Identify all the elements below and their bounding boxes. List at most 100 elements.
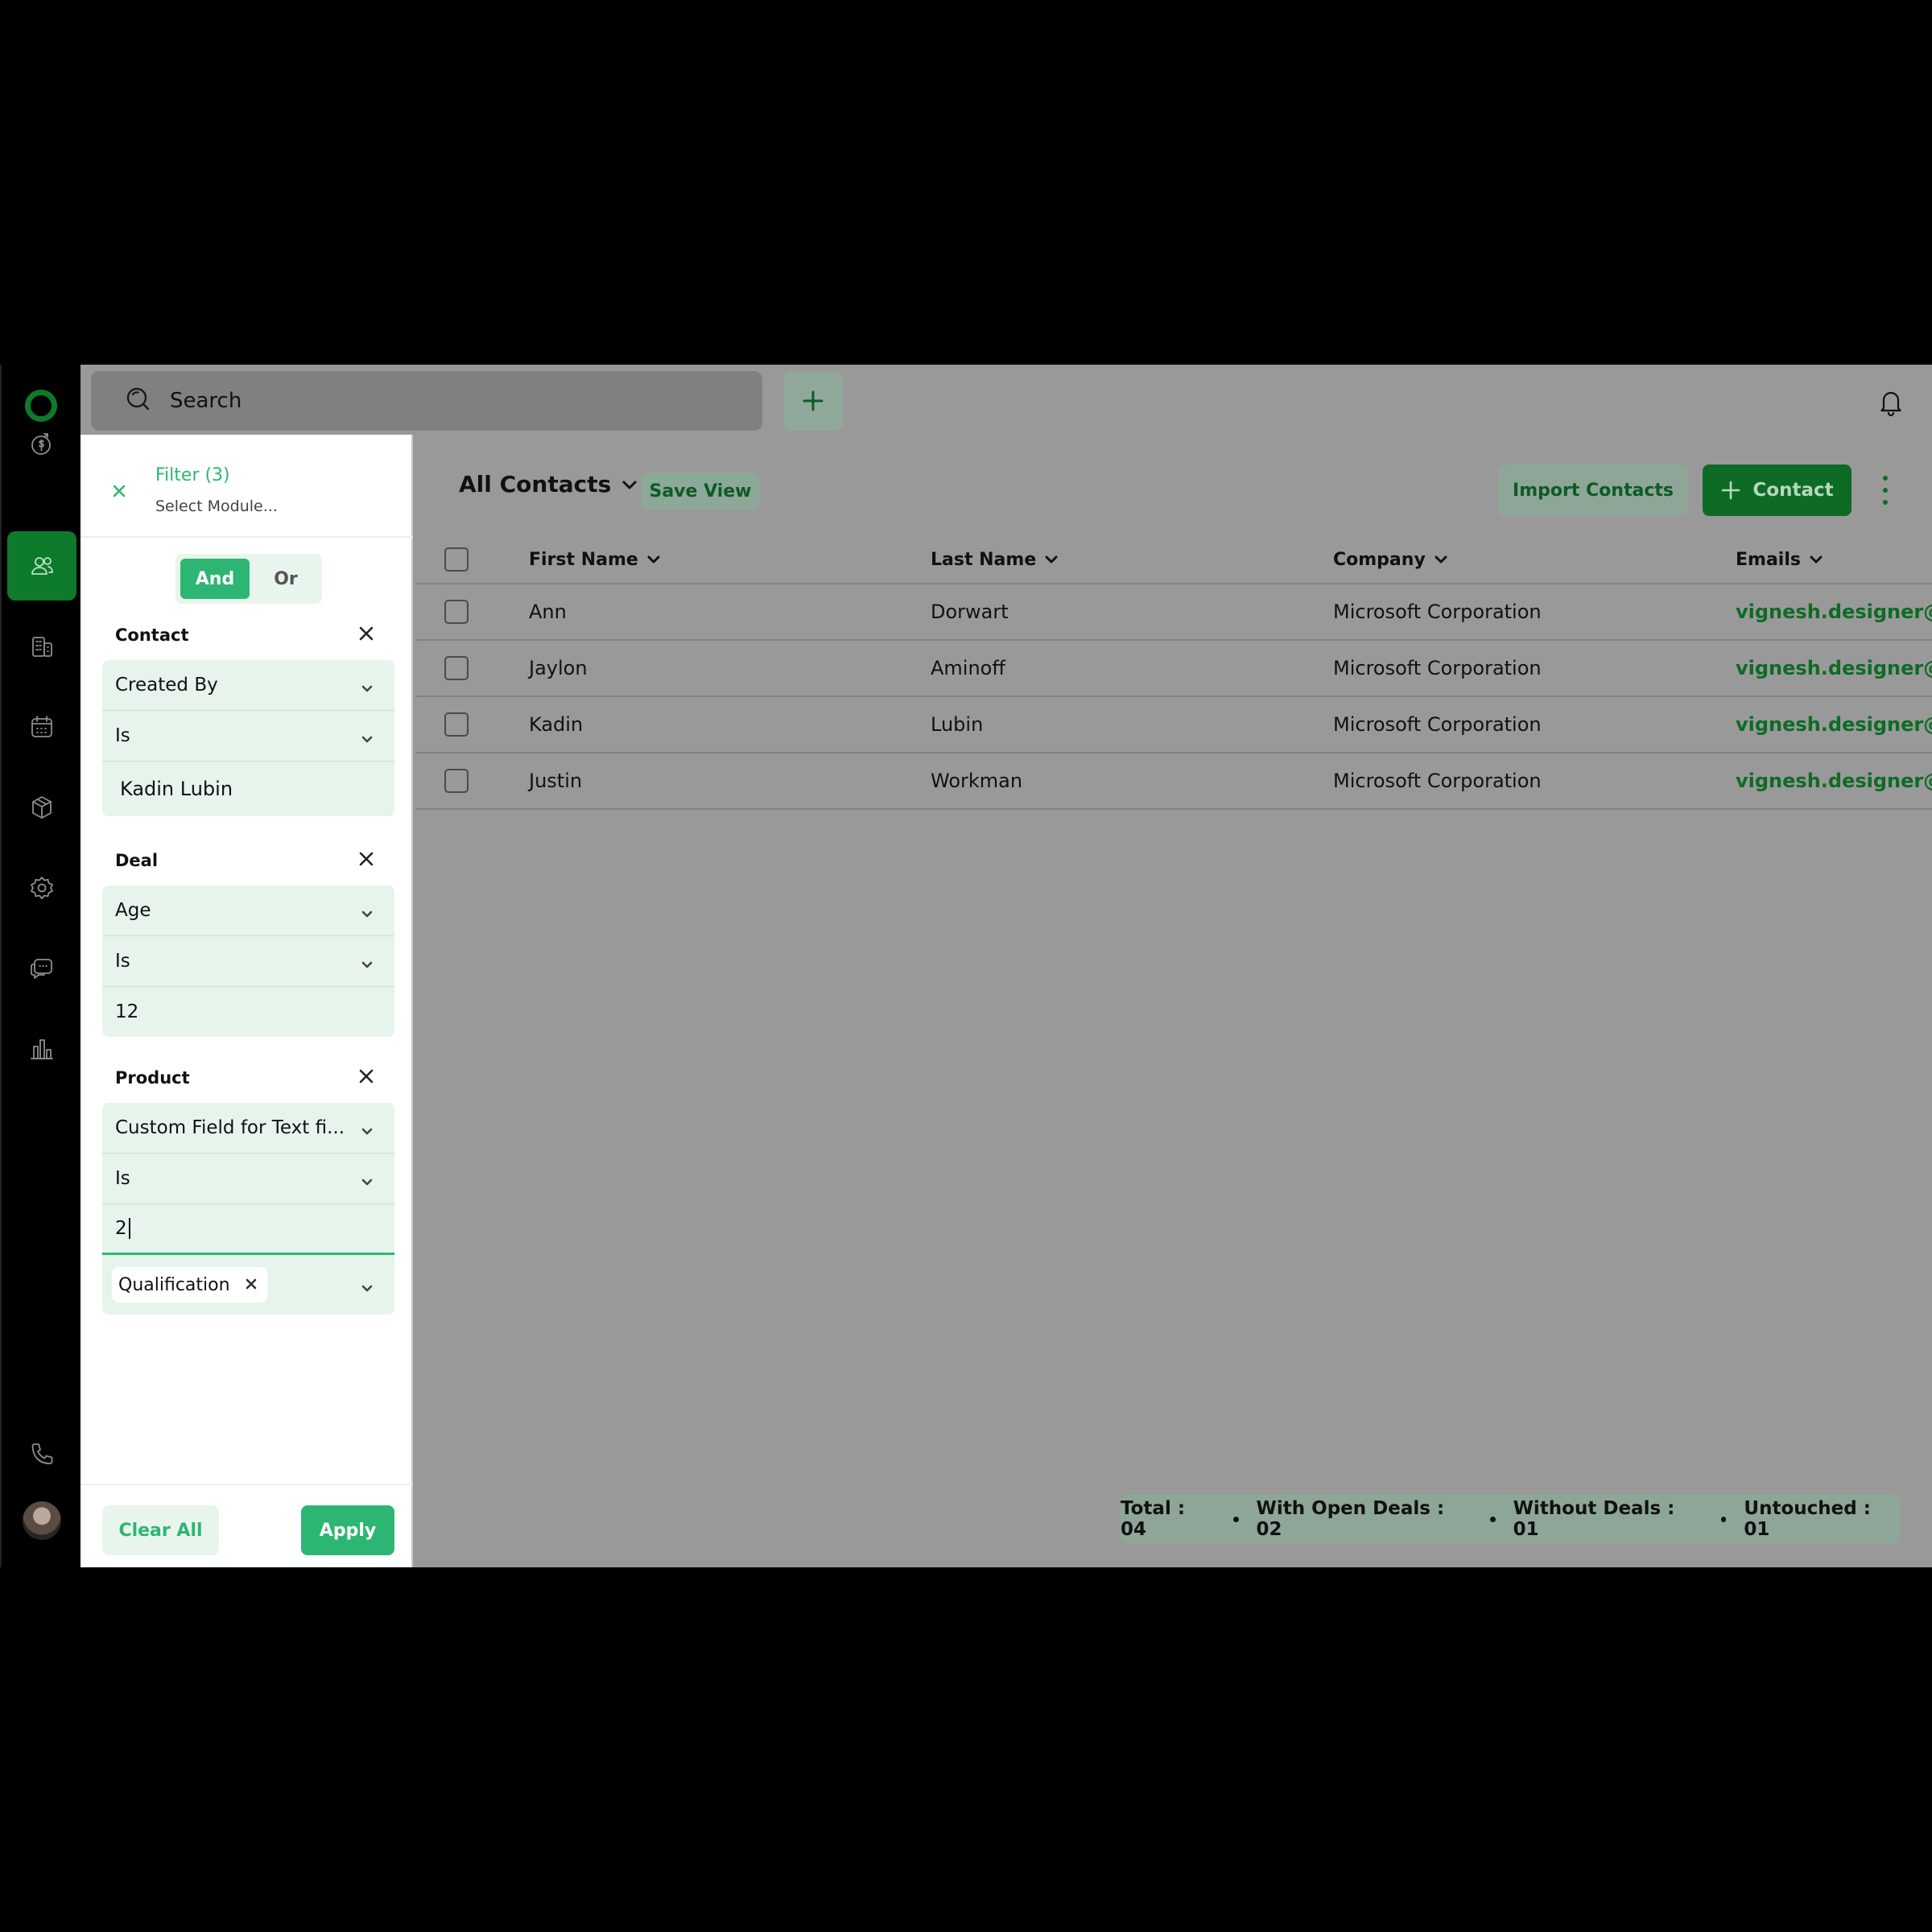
- close-icon: [359, 852, 374, 866]
- close-icon: [359, 626, 374, 641]
- company-cell: Microsoft Corporation: [1333, 657, 1542, 679]
- search-icon: [123, 383, 154, 419]
- separator-dot: [1489, 1516, 1496, 1522]
- icon-sidebar: [0, 365, 80, 1567]
- divider: [80, 536, 413, 538]
- companies-icon[interactable]: [7, 612, 76, 681]
- or-option[interactable]: Or: [254, 559, 317, 599]
- and-option[interactable]: And: [180, 559, 250, 599]
- filter-title: Filter (3): [155, 465, 230, 485]
- chevron-down-icon: [361, 1121, 374, 1135]
- row-checkbox[interactable]: [444, 656, 469, 680]
- email-link[interactable]: vignesh.designer@mo: [1736, 753, 1932, 808]
- row-checkbox[interactable]: [444, 712, 469, 737]
- chevron-down-icon: [647, 555, 660, 564]
- save-view-button[interactable]: Save View: [642, 473, 759, 510]
- chat-icon[interactable]: [7, 934, 76, 1003]
- filter-condition-deal: Age Is 12: [102, 886, 394, 1037]
- close-filter-button[interactable]: [109, 481, 132, 504]
- notification-bell-icon[interactable]: [1876, 386, 1906, 417]
- quick-add-button[interactable]: [783, 371, 843, 431]
- apply-button[interactable]: Apply: [301, 1505, 394, 1555]
- field-select[interactable]: Custom Field for Text fi...: [102, 1103, 394, 1154]
- reports-icon[interactable]: [7, 1014, 76, 1084]
- email-link[interactable]: vignesh.designer@mo: [1736, 697, 1932, 752]
- remove-tag-icon[interactable]: [245, 1275, 258, 1295]
- selected-tag: Qualification: [112, 1267, 267, 1302]
- remove-section-button[interactable]: [357, 625, 378, 646]
- chevron-down-icon: [361, 1172, 374, 1186]
- contacts-icon[interactable]: [7, 531, 76, 601]
- row-checkbox[interactable]: [444, 769, 469, 793]
- column-header-company[interactable]: Company: [1333, 536, 1448, 583]
- remove-section-button[interactable]: [357, 850, 378, 871]
- import-contacts-button[interactable]: Import Contacts: [1498, 464, 1688, 516]
- company-cell: Microsoft Corporation: [1333, 601, 1542, 623]
- operator-select[interactable]: Is: [102, 711, 394, 762]
- first-name-cell: Justin: [529, 770, 583, 792]
- column-header-last-name[interactable]: Last Name: [931, 536, 1059, 583]
- plus-icon: [1722, 481, 1740, 500]
- chevron-down-icon: [622, 481, 637, 489]
- value-input[interactable]: Kadin Lubin: [102, 762, 394, 816]
- filter-panel: Filter (3) Select Module... And Or Conta…: [80, 435, 413, 1567]
- stat-untouched: Untouched : 01: [1744, 1498, 1871, 1540]
- operator-select[interactable]: Is: [102, 936, 394, 987]
- email-link[interactable]: vignesh.designer@mo: [1736, 641, 1932, 696]
- value-input[interactable]: 2: [102, 1204, 394, 1255]
- search-placeholder: Search: [170, 389, 242, 413]
- chevron-down-icon: [1045, 555, 1058, 564]
- text-cursor: [128, 1218, 130, 1239]
- row-checkbox[interactable]: [444, 600, 469, 624]
- close-icon: [113, 485, 126, 497]
- stage-multiselect[interactable]: Qualification: [102, 1255, 394, 1315]
- contact-stats-bar: Total : 04 With Open Deals : 02 Without …: [1121, 1494, 1900, 1544]
- more-options-icon[interactable]: [1876, 476, 1894, 505]
- contacts-table: First Name Last Name Company Emails Ann …: [415, 536, 1932, 810]
- select-module-link[interactable]: Select Module...: [155, 497, 278, 515]
- table-row[interactable]: Jaylon Aminoff Microsoft Corporation vig…: [415, 641, 1932, 697]
- column-header-first-name[interactable]: First Name: [529, 536, 661, 583]
- avatar[interactable]: [23, 1501, 61, 1540]
- divider: [80, 1484, 413, 1485]
- stat-open-deals: With Open Deals : 02: [1256, 1498, 1445, 1540]
- chevron-down-icon: [1810, 555, 1823, 564]
- chevron-down-icon: [361, 904, 374, 918]
- phone-icon[interactable]: [7, 1420, 76, 1489]
- first-name-cell: Kadin: [529, 713, 584, 736]
- products-icon[interactable]: [7, 773, 76, 842]
- table-row[interactable]: Ann Dorwart Microsoft Corporation vignes…: [415, 584, 1932, 641]
- settings-icon[interactable]: [7, 853, 76, 923]
- deals-icon[interactable]: [7, 410, 76, 479]
- view-title: All Contacts: [459, 471, 612, 497]
- add-contact-button[interactable]: Contact: [1703, 464, 1852, 516]
- select-all-checkbox[interactable]: [444, 547, 469, 572]
- field-select[interactable]: Created By: [102, 660, 394, 711]
- app-window: Search All Contacts Save View Import Con…: [0, 365, 1932, 1567]
- table-row[interactable]: Justin Workman Microsoft Corporation vig…: [415, 753, 1932, 810]
- first-name-cell: Jaylon: [529, 657, 588, 679]
- filter-section-title: Product: [115, 1068, 190, 1088]
- view-selector[interactable]: All Contacts: [459, 471, 638, 497]
- field-select[interactable]: Age: [102, 886, 394, 936]
- last-name-cell: Lubin: [931, 713, 984, 736]
- chevron-down-icon: [361, 1278, 374, 1292]
- first-name-cell: Ann: [529, 601, 567, 623]
- operator-select[interactable]: Is: [102, 1154, 394, 1204]
- value-input[interactable]: 12: [102, 987, 394, 1037]
- calendar-icon[interactable]: [7, 692, 76, 762]
- column-header-emails[interactable]: Emails: [1736, 536, 1823, 583]
- table-row[interactable]: Kadin Lubin Microsoft Corporation vignes…: [415, 697, 1932, 753]
- stat-without-deals: Without Deals : 01: [1513, 1498, 1675, 1540]
- clear-all-button[interactable]: Clear All: [102, 1505, 219, 1555]
- search-input[interactable]: Search: [91, 371, 762, 431]
- filter-condition-contact: Created By Is Kadin Lubin: [102, 660, 394, 816]
- remove-section-button[interactable]: [357, 1067, 378, 1088]
- email-link[interactable]: vignesh.designer@mo: [1736, 584, 1932, 639]
- chevron-down-icon: [1435, 555, 1447, 564]
- separator-dot: [1232, 1516, 1239, 1522]
- close-icon: [359, 1069, 374, 1084]
- table-header: First Name Last Name Company Emails: [415, 536, 1932, 584]
- last-name-cell: Dorwart: [931, 601, 1009, 623]
- stat-total: Total : 04: [1121, 1498, 1186, 1540]
